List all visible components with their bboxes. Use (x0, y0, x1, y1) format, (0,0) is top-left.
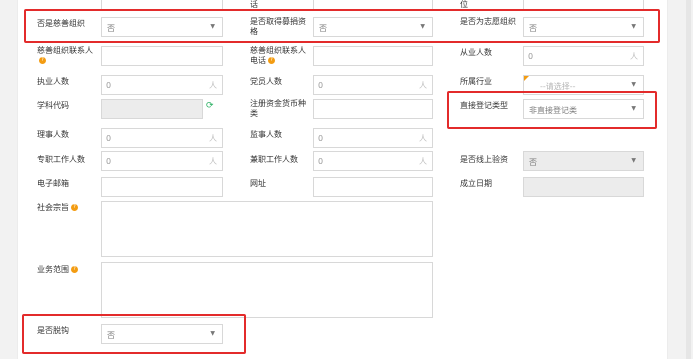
help-icon[interactable]: ? (39, 57, 46, 64)
employees-label: 从业人数 (460, 48, 492, 57)
directors-unit: 人 (209, 134, 217, 143)
scope-label: 业务范围? (37, 265, 97, 275)
employees-unit: 人 (630, 52, 638, 61)
charity-phone-input[interactable] (313, 46, 433, 66)
employees-value: 0 (528, 52, 534, 61)
party-members-label: 党员人数 (250, 77, 282, 86)
party-members-input[interactable]: 0 人 (313, 75, 433, 95)
founded-input[interactable] (523, 177, 644, 197)
directors-input[interactable]: 0 人 (101, 128, 223, 148)
capital-currency-label: 注册资金货币种类 (250, 99, 306, 118)
parttime-staff-label: 兼职工作人数 (250, 155, 298, 164)
email-label: 电子邮箱 (37, 179, 69, 188)
charity-phone-text: 慈善组织联系人电话 (250, 46, 306, 65)
refresh-icon[interactable]: ⟳ (206, 101, 214, 111)
page-scrollbar[interactable] (686, 0, 691, 359)
chevron-down-icon: ▼ (631, 81, 636, 88)
fulltime-staff-value: 0 (106, 157, 112, 166)
industry-label: 所属行业 (460, 77, 492, 86)
online-verify-value: 否 (529, 158, 537, 167)
party-members-value: 0 (318, 81, 324, 90)
purpose-textarea[interactable] (101, 201, 433, 257)
founded-label: 成立日期 (460, 179, 492, 188)
fulltime-staff-input[interactable]: 0 人 (101, 151, 223, 171)
scope-textarea[interactable] (101, 262, 433, 318)
online-verify-label: 是否线上验资 (460, 155, 508, 164)
email-input[interactable] (101, 177, 223, 197)
website-label: 网址 (250, 179, 266, 188)
online-verify-select[interactable]: 否 ▼ (523, 151, 644, 171)
discipline-code-label: 学科代码 (37, 101, 69, 110)
help-icon[interactable]: ? (268, 57, 275, 64)
parttime-staff-value: 0 (318, 157, 324, 166)
scope-text: 业务范围 (37, 265, 69, 274)
required-marker-icon (524, 76, 529, 81)
org-info-form: 话 位 否是慈善组织 否 ▼ 是否取得募捐资格 否 ▼ 是否为志愿组织 否 ▼ … (17, 0, 668, 359)
purpose-text: 社会宗旨 (37, 203, 69, 212)
charity-contact-input[interactable] (101, 46, 223, 66)
help-icon[interactable]: ? (71, 266, 78, 273)
practitioners-input[interactable]: 0 人 (101, 75, 223, 95)
chevron-down-icon: ▼ (631, 157, 636, 164)
parttime-staff-unit: 人 (419, 157, 427, 166)
supervisors-unit: 人 (419, 134, 427, 143)
directors-label: 理事人数 (37, 130, 69, 139)
supervisors-value: 0 (318, 134, 324, 143)
help-icon[interactable]: ? (71, 204, 78, 211)
highlight-reg-type (447, 91, 657, 129)
directors-value: 0 (106, 134, 112, 143)
charity-contact-label: 慈善组织联系人? (37, 46, 97, 66)
parttime-staff-input[interactable]: 0 人 (313, 151, 433, 171)
fulltime-staff-unit: 人 (209, 157, 217, 166)
purpose-label: 社会宗旨? (37, 203, 97, 213)
discipline-code-input[interactable] (101, 99, 203, 119)
capital-currency-input[interactable] (313, 99, 433, 119)
charity-phone-label: 慈善组织联系人电话? (250, 46, 310, 66)
supervisors-label: 监事人数 (250, 130, 282, 139)
charity-contact-text: 慈善组织联系人 (37, 46, 93, 55)
practitioners-label: 执业人数 (37, 77, 69, 86)
employees-input[interactable]: 0 人 (523, 46, 644, 66)
highlight-row-1 (24, 9, 660, 43)
party-members-unit: 人 (419, 81, 427, 90)
practitioners-value: 0 (106, 81, 112, 90)
website-input[interactable] (313, 177, 433, 197)
highlight-decoupled (22, 314, 246, 354)
practitioners-unit: 人 (209, 81, 217, 90)
fulltime-staff-label: 专职工作人数 (37, 155, 85, 164)
supervisors-input[interactable]: 0 人 (313, 128, 433, 148)
